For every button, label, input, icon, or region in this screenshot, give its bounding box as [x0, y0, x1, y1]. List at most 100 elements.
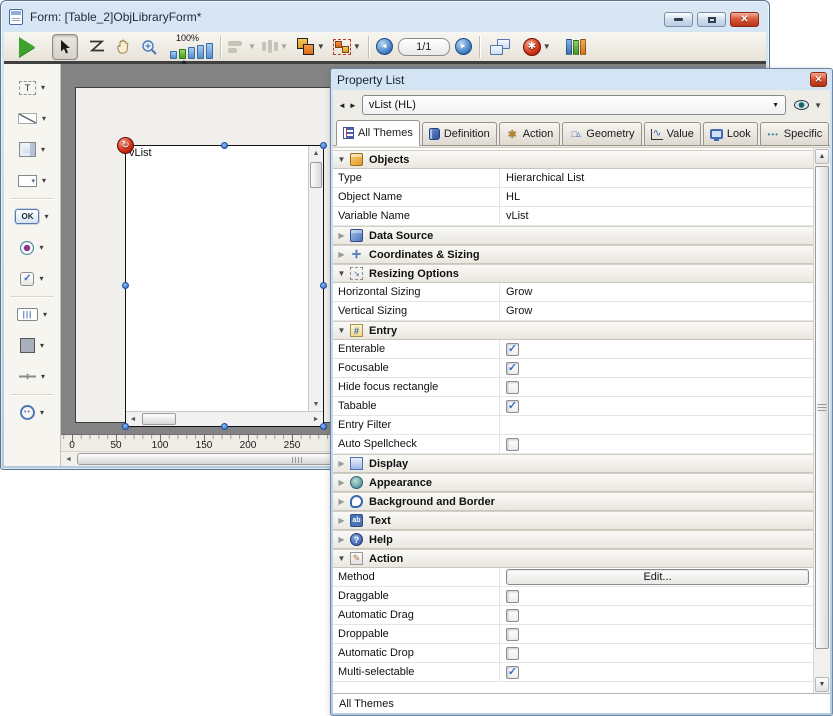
- tab-geometry[interactable]: Geometry: [562, 122, 641, 145]
- handle-n[interactable]: [221, 142, 228, 149]
- property-row[interactable]: Vertical SizingGrow: [333, 302, 813, 321]
- handle-ne[interactable]: [320, 142, 327, 149]
- scroll-down-icon[interactable]: ▼: [309, 397, 323, 411]
- zoom-bar-200[interactable]: [188, 47, 195, 59]
- checkbox[interactable]: ✓: [506, 666, 519, 679]
- tab-look[interactable]: Look: [703, 122, 758, 145]
- collapse-triangle-icon[interactable]: ▼: [333, 155, 350, 164]
- dropdown-arrow-icon[interactable]: ▾: [44, 212, 48, 221]
- close-button[interactable]: ✕: [730, 12, 759, 27]
- handle-sw[interactable]: [122, 423, 129, 430]
- radio-tool[interactable]: ▾: [4, 232, 60, 263]
- dropdown-arrow-icon[interactable]: ▾: [43, 310, 47, 319]
- checkbox[interactable]: [506, 609, 519, 622]
- scroll-up-icon[interactable]: ▲: [815, 149, 829, 164]
- align-tool-button[interactable]: ▼: [228, 34, 256, 60]
- zoom-tool-button[interactable]: [136, 34, 162, 60]
- view-options-button[interactable]: ▼: [791, 100, 825, 110]
- section-row[interactable]: ▶Appearance: [333, 473, 813, 492]
- section-row[interactable]: ▼Entry: [333, 321, 813, 340]
- duplicate-tool-button[interactable]: ▼: [333, 34, 361, 60]
- checkbox[interactable]: [506, 647, 519, 660]
- expand-triangle-icon[interactable]: ▶: [333, 516, 350, 525]
- property-row[interactable]: Tabable✓: [333, 397, 813, 416]
- section-row[interactable]: ▶Background and Border: [333, 492, 813, 511]
- expand-triangle-icon[interactable]: ▶: [333, 497, 350, 506]
- expand-triangle-icon[interactable]: ▶: [333, 250, 350, 259]
- property-row[interactable]: TypeHierarchical List: [333, 169, 813, 188]
- line-tool[interactable]: ▾: [4, 103, 60, 134]
- property-scroll-thumb[interactable]: [815, 166, 829, 649]
- hierarchical-list-object[interactable]: ↻ vList ▲ ▼ ◄ ►: [125, 145, 324, 427]
- object-method-badge-icon[interactable]: ↻: [117, 137, 134, 154]
- pointer-tool-button[interactable]: [52, 34, 78, 60]
- rectangle-tool[interactable]: ▾: [4, 330, 60, 361]
- next-page-button[interactable]: ►: [455, 38, 472, 55]
- horizontal-scroll-thumb[interactable]: [142, 413, 176, 425]
- dropdown-arrow-icon[interactable]: ▾: [42, 114, 46, 123]
- dropdown-arrow-icon[interactable]: ▾: [39, 274, 43, 283]
- handle-w[interactable]: [122, 282, 129, 289]
- next-object-button[interactable]: ►: [349, 101, 357, 110]
- checkbox[interactable]: [506, 381, 519, 394]
- collapse-triangle-icon[interactable]: ▼: [333, 269, 350, 278]
- section-row[interactable]: ▼Objects: [333, 150, 813, 169]
- listbox-tool[interactable]: ▾: [4, 134, 60, 165]
- property-row[interactable]: Variable NamevList: [333, 207, 813, 226]
- tab-all-themes[interactable]: All Themes: [336, 120, 420, 146]
- zoom-bar-100[interactable]: [179, 49, 186, 59]
- tab-definition[interactable]: Definition: [422, 122, 497, 145]
- object-library-button[interactable]: [563, 34, 589, 60]
- collapse-triangle-icon[interactable]: ▼: [333, 326, 350, 335]
- dropdown-arrow-icon[interactable]: ▾: [40, 408, 44, 417]
- zoom-bar-50[interactable]: [170, 51, 177, 59]
- property-row[interactable]: Automatic Drop: [333, 644, 813, 663]
- tab-action[interactable]: Action: [499, 122, 561, 145]
- property-list-close-button[interactable]: ✕: [810, 72, 827, 87]
- checkbox[interactable]: [506, 628, 519, 641]
- handle-e[interactable]: [320, 282, 327, 289]
- dropdown-arrow-icon[interactable]: ▾: [41, 83, 45, 92]
- execute-form-button[interactable]: [14, 34, 40, 60]
- property-row[interactable]: Entry Filter: [333, 416, 813, 435]
- maximize-button[interactable]: [697, 12, 726, 27]
- scroll-down-icon[interactable]: ▼: [815, 677, 829, 692]
- property-row[interactable]: MethodEdit...: [333, 568, 813, 587]
- previous-page-button[interactable]: ◄: [376, 38, 393, 55]
- section-row[interactable]: ▶Coordinates & Sizing: [333, 245, 813, 264]
- property-list-scrollbar[interactable]: ▲ ▼: [813, 148, 830, 693]
- property-row[interactable]: Enterable✓: [333, 340, 813, 359]
- property-row[interactable]: Draggable: [333, 587, 813, 606]
- entry-order-tool-button[interactable]: [84, 34, 110, 60]
- checkbox[interactable]: [506, 590, 519, 603]
- property-row[interactable]: Object NameHL: [333, 188, 813, 207]
- section-row[interactable]: ▼Action: [333, 549, 813, 568]
- form-properties-button[interactable]: ✱ ▼: [523, 34, 551, 60]
- section-row[interactable]: ▼Resizing Options: [333, 264, 813, 283]
- section-row[interactable]: ▶Display: [333, 454, 813, 473]
- section-row[interactable]: ▶Help: [333, 530, 813, 549]
- property-row[interactable]: Automatic Drag: [333, 606, 813, 625]
- object-vertical-scrollbar[interactable]: ▲ ▼: [308, 146, 323, 411]
- property-list-titlebar[interactable]: Property List: [331, 69, 832, 90]
- button-tool[interactable]: OK▾: [4, 201, 60, 232]
- splitter-tool[interactable]: ▾: [4, 361, 60, 392]
- tab-specific[interactable]: Specific: [760, 122, 830, 145]
- dropdown-arrow-icon[interactable]: ▾: [41, 145, 45, 154]
- dropdown-arrow-icon[interactable]: ▾: [40, 341, 44, 350]
- dropdown-arrow-icon[interactable]: ▾: [41, 372, 45, 381]
- expand-triangle-icon[interactable]: ▶: [333, 459, 350, 468]
- property-row[interactable]: Multi-selectable✓: [333, 663, 813, 682]
- tab-value[interactable]: Value: [644, 122, 701, 145]
- expand-triangle-icon[interactable]: ▶: [333, 535, 350, 544]
- property-row[interactable]: Focusable✓: [333, 359, 813, 378]
- move-tool-button[interactable]: [110, 34, 136, 60]
- checkbox-tool[interactable]: ▾: [4, 263, 60, 294]
- tab-control-tool[interactable]: ▾: [4, 299, 60, 330]
- plugin-tool[interactable]: ▾: [4, 397, 60, 428]
- handle-se[interactable]: [320, 423, 327, 430]
- object-selector-dropdown[interactable]: vList (HL) ▼: [362, 95, 786, 115]
- window-titlebar[interactable]: Form: [Table_2]ObjLibraryForm*: [1, 1, 769, 32]
- property-row[interactable]: Horizontal SizingGrow: [333, 283, 813, 302]
- zoom-bar-800[interactable]: [206, 43, 213, 59]
